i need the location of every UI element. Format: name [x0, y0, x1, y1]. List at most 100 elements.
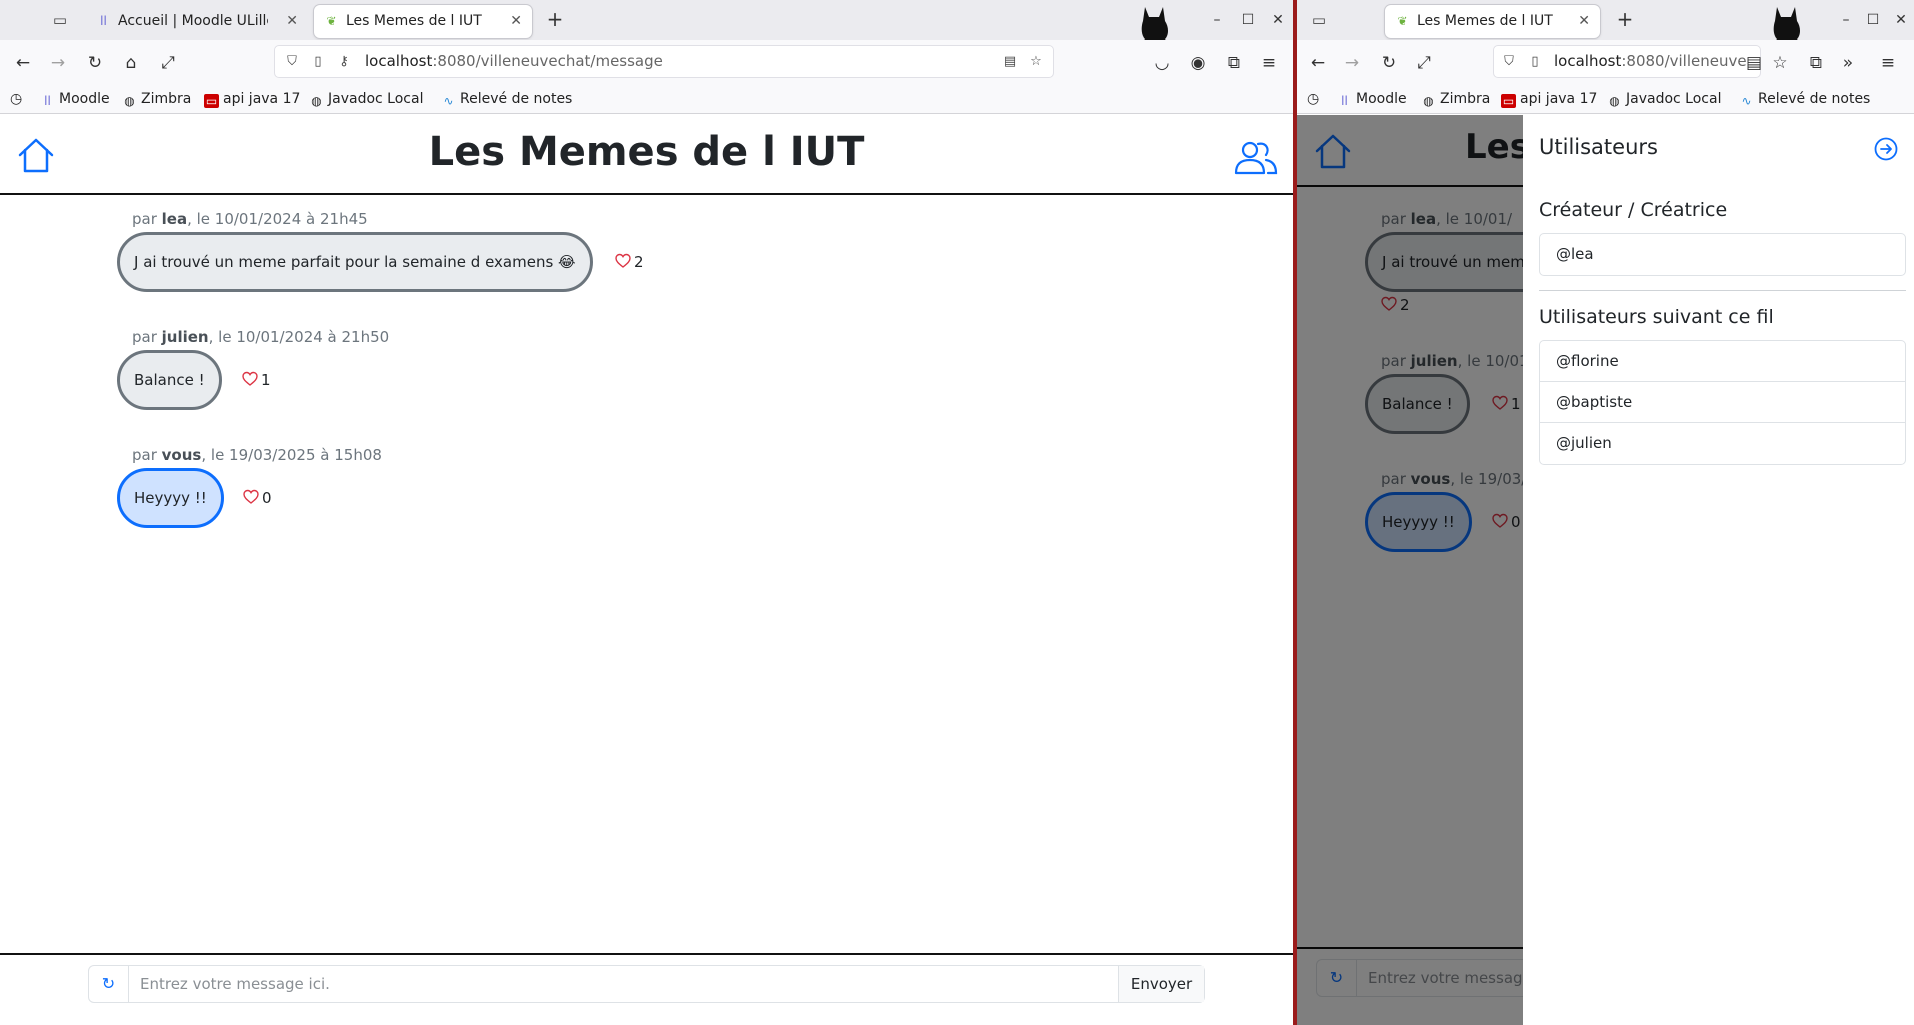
follower-item[interactable]: @florine [1540, 341, 1905, 382]
window-close-icon[interactable]: ✕ [1890, 9, 1912, 31]
browser-window-right: ▭ ❦ Les Memes de l IUT ✕ + – ☐ ✕ ← → ↻ ⤢… [1297, 0, 1914, 1025]
composer: ↻ Envoyer [88, 965, 1205, 1003]
history-icon[interactable]: ◷ [1307, 86, 1319, 112]
reload-icon[interactable]: ↻ [84, 52, 106, 74]
message-input[interactable] [130, 966, 1110, 1002]
bookmark-moodle[interactable]: ll Moodle [1337, 86, 1406, 112]
account-icon[interactable]: ◉ [1187, 52, 1209, 74]
tab-list-icon[interactable]: ▭ [1307, 9, 1331, 31]
link-icon: ∿ [443, 94, 454, 108]
bookmark-zimbra[interactable]: ◍ Zimbra [122, 86, 191, 112]
message-bubble: Balance ! [117, 350, 222, 410]
menu-icon[interactable]: ≡ [1877, 52, 1899, 74]
bookmark-javadoc[interactable]: ◍ Javadoc Local [1607, 86, 1721, 112]
creator-list: @lea [1539, 233, 1906, 276]
spring-leaf-icon: ❦ [326, 14, 337, 28]
users-offcanvas: Utilisateurs Créateur / Créatrice @lea U… [1523, 115, 1914, 1025]
globe-icon: ◍ [1609, 94, 1620, 108]
back-icon[interactable]: ← [12, 52, 34, 74]
url-bar[interactable]: ⛉ ▯ ⚷ localhost:8080/villeneuvechat/mess… [274, 45, 1054, 78]
tab-memes[interactable]: ❦ Les Memes de l IUT ✕ [1385, 5, 1600, 38]
follower-item[interactable]: @julien [1540, 423, 1905, 464]
oracle-icon: ▭ [204, 94, 219, 108]
chat-page: Les par lea, le 10/01/ J ai trouvé un me… [1297, 115, 1914, 1025]
like-button[interactable]: 0 [243, 488, 272, 508]
pocket-icon[interactable]: ◡ [1151, 52, 1173, 74]
heart-icon [242, 371, 258, 386]
minimize-icon[interactable]: – [1206, 9, 1228, 31]
url-bar[interactable]: ⛉ ▯ localhost:8080/villeneuve [1493, 45, 1761, 78]
maximize-icon[interactable]: ☐ [1237, 9, 1259, 31]
tab-list-icon[interactable]: ▭ [48, 9, 72, 31]
tab-bar: ▭ ll Accueil | Moodle ULille ✕ ❦ Les Mem… [0, 0, 1293, 40]
url-path: :8080/villeneuve [1621, 52, 1747, 70]
close-icon[interactable]: ✕ [1578, 5, 1590, 38]
fullscreen-icon[interactable]: ⤢ [157, 52, 179, 74]
forward-icon[interactable]: → [47, 52, 69, 74]
followers-heading: Utilisateurs suivant ce fil [1539, 306, 1774, 328]
moodle-icon: ll [44, 94, 51, 108]
bookmark-star-icon[interactable]: ☆ [1769, 52, 1791, 74]
message-author: julien [161, 328, 209, 346]
extensions-icon[interactable]: ⧉ [1805, 52, 1827, 74]
bookmark-star-icon[interactable]: ☆ [1027, 53, 1045, 71]
users-icon[interactable] [1234, 139, 1278, 175]
like-count: 1 [261, 371, 271, 389]
close-arrow-icon[interactable] [1872, 135, 1900, 163]
bookmarks-bar: ◷ ll Moodle ◍ Zimbra ▭ api java 17 ◍ Javadoc… [1297, 86, 1914, 114]
reader-view-icon[interactable]: ▤ [1001, 53, 1019, 71]
bookmark-moodle[interactable]: ll Moodle [40, 86, 109, 112]
heart-icon [615, 253, 631, 268]
message-bubble: J ai trouvé un meme parfait pour la sema… [117, 232, 593, 292]
bookmark-releve[interactable]: ∿ Relevé de notes [1739, 86, 1870, 112]
bookmark-api-java[interactable]: ▭ api java 17 [1501, 86, 1597, 112]
home-nav-icon[interactable]: ⌂ [120, 52, 142, 74]
new-tab-icon[interactable]: + [1613, 9, 1637, 31]
message-meta: par vous, le 19/03/2025 à 15h08 [132, 446, 382, 464]
like-button[interactable]: 2 [615, 252, 644, 272]
like-button[interactable]: 1 [242, 370, 271, 390]
browser-window-left: ▭ ll Accueil | Moodle ULille ✕ ❦ Les Mem… [0, 0, 1293, 1025]
bookmark-releve[interactable]: ∿ Relevé de notes [441, 86, 572, 112]
composer-footer: ↻ Envoyer [0, 953, 1293, 1023]
extensions-icon[interactable]: ⧉ [1223, 52, 1245, 74]
url-path: :8080/villeneuvechat/message [432, 52, 663, 70]
message-bubble-own: Heyyyy !! [117, 468, 224, 528]
oracle-icon: ▭ [1501, 94, 1516, 108]
history-icon[interactable]: ◷ [10, 86, 22, 112]
key-icon: ⚷ [339, 54, 349, 69]
reader-view-icon[interactable]: ▤ [1743, 52, 1765, 74]
message-meta: par lea, le 10/01/2024 à 21h45 [132, 210, 368, 228]
minimize-icon[interactable]: – [1835, 9, 1857, 31]
fullscreen-icon[interactable]: ⤢ [1413, 52, 1435, 74]
overflow-icon[interactable]: » [1837, 52, 1859, 74]
creator-heading: Créateur / Créatrice [1539, 199, 1728, 221]
send-button[interactable]: Envoyer [1118, 966, 1204, 1002]
follower-item[interactable]: @baptiste [1540, 382, 1905, 423]
message-author: lea [161, 210, 188, 228]
new-tab-icon[interactable]: + [543, 9, 567, 31]
reload-icon[interactable]: ↻ [1378, 52, 1400, 74]
window-close-icon[interactable]: ✕ [1267, 9, 1289, 31]
back-icon[interactable]: ← [1307, 52, 1329, 74]
page-title: Les Memes de l IUT [428, 129, 865, 175]
bookmark-javadoc[interactable]: ◍ Javadoc Local [309, 86, 423, 112]
moodle-icon: ll [100, 14, 107, 28]
page-icon: ▯ [314, 54, 322, 69]
close-icon[interactable]: ✕ [510, 5, 522, 38]
menu-icon[interactable]: ≡ [1258, 52, 1280, 74]
tab-moodle[interactable]: ll Accueil | Moodle ULille ✕ [86, 5, 308, 38]
shield-icon: ⛉ [1504, 54, 1514, 69]
refresh-icon[interactable]: ↻ [89, 966, 129, 1002]
maximize-icon[interactable]: ☐ [1862, 9, 1884, 31]
tab-memes[interactable]: ❦ Les Memes de l IUT ✕ [314, 5, 532, 38]
url-host: localhost [365, 52, 433, 70]
message-author: vous [161, 446, 202, 464]
close-icon[interactable]: ✕ [286, 5, 298, 38]
creator-item[interactable]: @lea [1540, 234, 1905, 275]
bookmark-zimbra[interactable]: ◍ Zimbra [1421, 86, 1490, 112]
url-host: localhost [1554, 52, 1622, 70]
offcanvas-title: Utilisateurs [1539, 135, 1658, 159]
bookmark-api-java[interactable]: ▭ api java 17 [204, 86, 300, 112]
forward-icon[interactable]: → [1341, 52, 1363, 74]
